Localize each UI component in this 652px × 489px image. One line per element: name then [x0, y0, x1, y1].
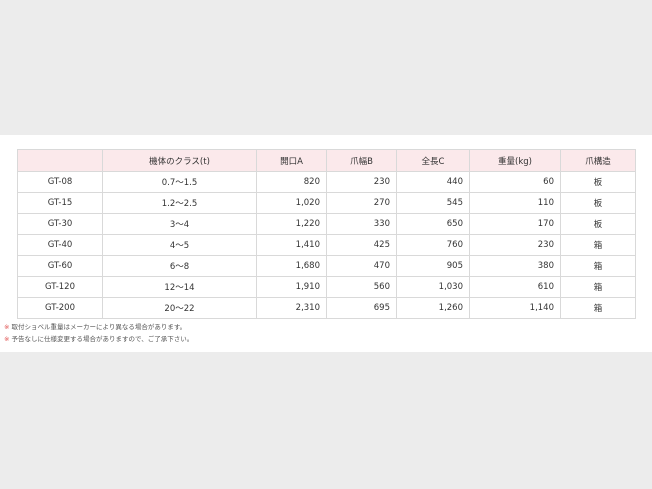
- cell-opening: 1,220: [256, 213, 327, 235]
- cell-length: 650: [396, 213, 470, 235]
- cell-claw-width: 560: [326, 276, 397, 298]
- cell-length: 545: [396, 192, 470, 214]
- table-row: GT-15 1.2〜2.5 1,020 270 545 110 板: [17, 192, 636, 214]
- cell-weight: 60: [469, 171, 561, 193]
- cell-class: 1.2〜2.5: [102, 192, 257, 214]
- cell-length: 1,030: [396, 276, 470, 298]
- cell-claw-structure: 板: [560, 192, 636, 214]
- header-cell-claw-structure: 爪構造: [560, 149, 636, 172]
- cell-model: GT-200: [17, 297, 103, 319]
- cell-claw-width: 695: [326, 297, 397, 319]
- table-row: GT-40 4〜5 1,410 425 760 230 箱: [17, 234, 636, 256]
- cell-length: 1,260: [396, 297, 470, 319]
- cell-opening: 1,020: [256, 192, 327, 214]
- cell-claw-structure: 箱: [560, 234, 636, 256]
- cell-model: GT-40: [17, 234, 103, 256]
- page: 機体のクラス(t) 開口A 爪幅B 全長C 重量(kg) 爪構造 GT-08 0…: [0, 0, 652, 489]
- cell-length: 440: [396, 171, 470, 193]
- notes: ※ 取付ショベル重量はメーカーにより異なる場合があります。 ※ 予告なしに仕様変更す…: [4, 321, 193, 345]
- spec-table: 機体のクラス(t) 開口A 爪幅B 全長C 重量(kg) 爪構造 GT-08 0…: [17, 149, 636, 319]
- content-area: 機体のクラス(t) 開口A 爪幅B 全長C 重量(kg) 爪構造 GT-08 0…: [0, 135, 652, 352]
- cell-claw-width: 330: [326, 213, 397, 235]
- cell-claw-structure: 箱: [560, 297, 636, 319]
- cell-claw-structure: 箱: [560, 255, 636, 277]
- note-text: 予告なしに仕様変更する場合がありますので、ご了承下さい。: [11, 335, 194, 343]
- cell-class: 3〜4: [102, 213, 257, 235]
- cell-claw-width: 230: [326, 171, 397, 193]
- cell-class: 20〜22: [102, 297, 257, 319]
- header-cell-opening: 開口A: [256, 149, 327, 172]
- cell-claw-width: 425: [326, 234, 397, 256]
- cell-opening: 1,910: [256, 276, 327, 298]
- note-item: ※ 取付ショベル重量はメーカーにより異なる場合があります。: [4, 321, 193, 333]
- cell-weight: 1,140: [469, 297, 561, 319]
- cell-class: 0.7〜1.5: [102, 171, 257, 193]
- note-mark: ※: [4, 335, 10, 343]
- cell-weight: 380: [469, 255, 561, 277]
- cell-claw-structure: 板: [560, 213, 636, 235]
- cell-model: GT-15: [17, 192, 103, 214]
- cell-weight: 230: [469, 234, 561, 256]
- header-cell-claw-width: 爪幅B: [326, 149, 397, 172]
- cell-model: GT-30: [17, 213, 103, 235]
- cell-opening: 820: [256, 171, 327, 193]
- cell-claw-width: 470: [326, 255, 397, 277]
- header-cell-model: [17, 149, 103, 172]
- cell-opening: 1,680: [256, 255, 327, 277]
- table-row: GT-30 3〜4 1,220 330 650 170 板: [17, 213, 636, 235]
- cell-claw-structure: 板: [560, 171, 636, 193]
- cell-weight: 610: [469, 276, 561, 298]
- table-row: GT-120 12〜14 1,910 560 1,030 610 箱: [17, 276, 636, 298]
- cell-length: 760: [396, 234, 470, 256]
- note-mark: ※: [4, 323, 10, 331]
- cell-length: 905: [396, 255, 470, 277]
- header-cell-class: 機体のクラス(t): [102, 149, 257, 172]
- cell-weight: 110: [469, 192, 561, 214]
- cell-model: GT-60: [17, 255, 103, 277]
- cell-claw-width: 270: [326, 192, 397, 214]
- table-row: GT-200 20〜22 2,310 695 1,260 1,140 箱: [17, 297, 636, 319]
- table-row: GT-60 6〜8 1,680 470 905 380 箱: [17, 255, 636, 277]
- cell-opening: 2,310: [256, 297, 327, 319]
- header-cell-weight: 重量(kg): [469, 149, 561, 172]
- cell-claw-structure: 箱: [560, 276, 636, 298]
- table-row: GT-08 0.7〜1.5 820 230 440 60 板: [17, 171, 636, 193]
- header-cell-length: 全長C: [396, 149, 470, 172]
- cell-class: 6〜8: [102, 255, 257, 277]
- cell-opening: 1,410: [256, 234, 327, 256]
- note-text: 取付ショベル重量はメーカーにより異なる場合があります。: [11, 323, 187, 331]
- cell-model: GT-08: [17, 171, 103, 193]
- cell-class: 12〜14: [102, 276, 257, 298]
- cell-model: GT-120: [17, 276, 103, 298]
- cell-weight: 170: [469, 213, 561, 235]
- note-item: ※ 予告なしに仕様変更する場合がありますので、ご了承下さい。: [4, 333, 193, 345]
- table-header-row: 機体のクラス(t) 開口A 爪幅B 全長C 重量(kg) 爪構造: [17, 149, 636, 172]
- cell-class: 4〜5: [102, 234, 257, 256]
